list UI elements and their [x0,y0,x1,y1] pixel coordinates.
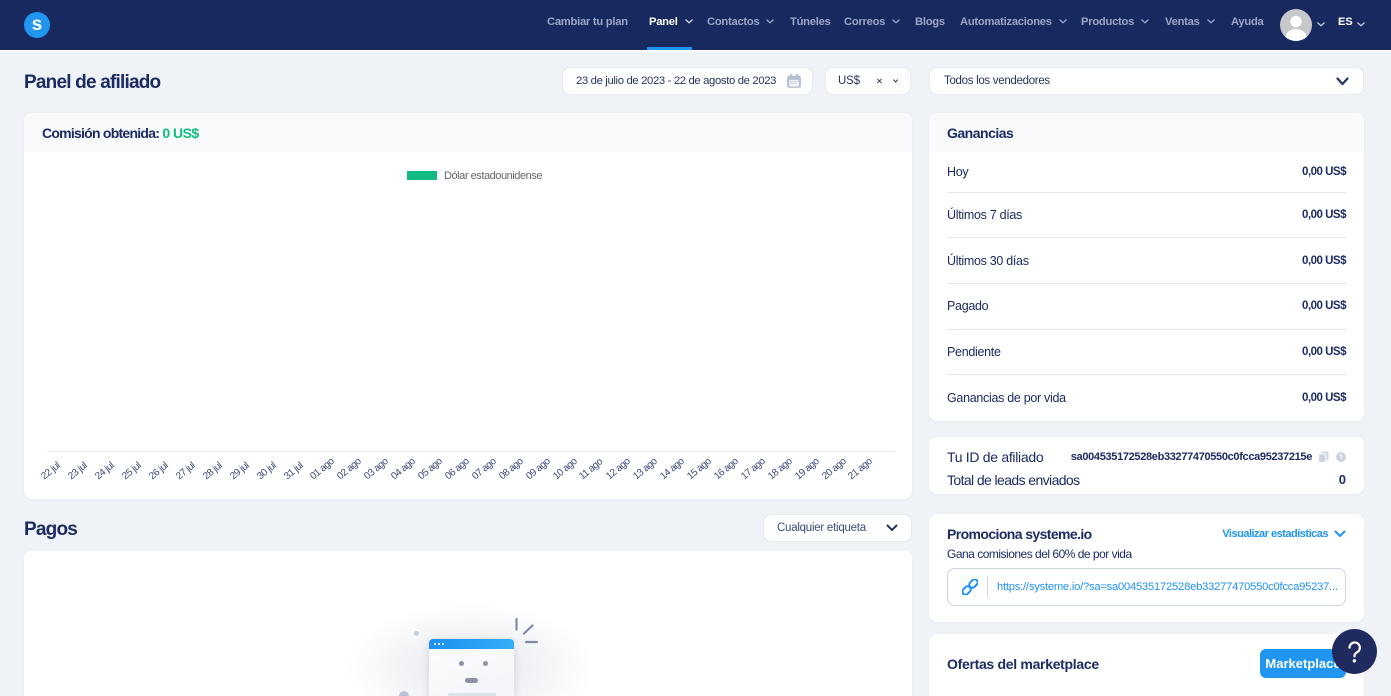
svg-text:?: ? [1339,454,1343,461]
